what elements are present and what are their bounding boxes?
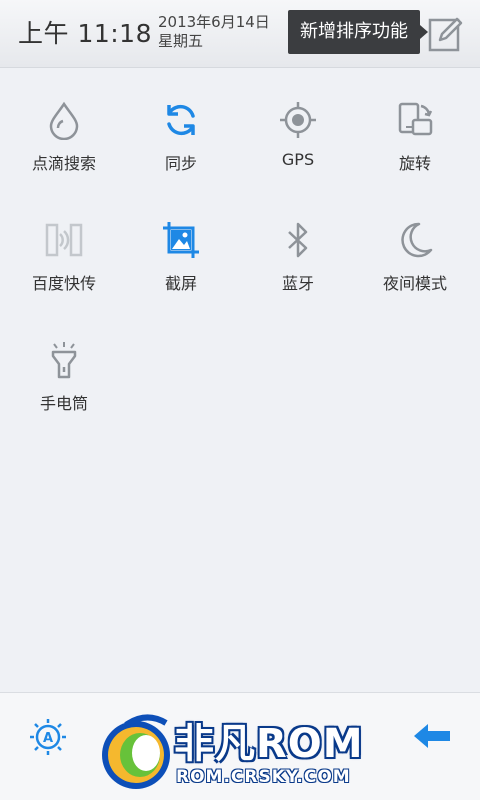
toggle-label: 百度快传 [31, 274, 96, 293]
toggle-label: 同步 [164, 154, 197, 173]
moon-icon [401, 222, 433, 258]
toggle-baidu-transfer[interactable]: 百度快传 [5, 202, 123, 312]
date-block: 2013年6月14日 星期五 [158, 13, 270, 51]
clock-time: 上午 11:18 [18, 19, 152, 48]
toggle-label: GPS [281, 150, 315, 169]
toggle-rotate[interactable]: 旋转 [356, 82, 474, 192]
toggle-label: 旋转 [398, 154, 431, 173]
toggle-label: 手电筒 [39, 394, 88, 413]
flashlight-icon [51, 342, 77, 379]
sync-icon [167, 104, 195, 136]
watermark-url: ROM.CRSKY.COM [176, 767, 351, 787]
toggle-sync[interactable]: 同步 [122, 82, 240, 192]
bottom-bar: A 非凡ROM ROM.CRSKY.COM [0, 692, 480, 800]
svg-text:A: A [43, 731, 53, 746]
toggle-bluetooth[interactable]: 蓝牙 [239, 202, 357, 312]
toggle-label: 蓝牙 [281, 274, 314, 293]
swirl-logo-icon [102, 714, 170, 789]
toggle-night-mode[interactable]: 夜间模式 [356, 202, 474, 312]
status-header: 上午 11:18 2013年6月14日 星期五 新增排序功能 [0, 0, 480, 68]
toggle-droplet-search[interactable]: 点滴搜索 [5, 82, 123, 192]
auto-brightness-icon[interactable]: A [28, 717, 68, 757]
toggle-label: 夜间模式 [382, 274, 447, 293]
rotate-icon [398, 102, 433, 136]
back-arrow-icon[interactable] [412, 721, 452, 751]
screenshot-icon [163, 222, 199, 258]
toggle-gps[interactable]: GPS [239, 82, 357, 192]
watermark-title: 非凡ROM [174, 721, 364, 767]
toggle-label: 点滴搜索 [31, 154, 96, 173]
droplet-icon [49, 101, 79, 140]
bluetooth-icon [288, 222, 308, 258]
toggle-screenshot[interactable]: 截屏 [122, 202, 240, 312]
baidu-transfer-icon [45, 223, 83, 257]
weekday-text: 星期五 [158, 32, 204, 50]
toggle-label: 截屏 [164, 274, 197, 293]
date-text: 2013年6月14日 [158, 13, 270, 31]
gps-icon [280, 102, 316, 138]
sort-feature-tooltip: 新增排序功能 [288, 10, 428, 54]
crsky-watermark-logo: 非凡ROM ROM.CRSKY.COM [96, 705, 386, 795]
edit-icon[interactable] [426, 14, 464, 54]
toggle-flashlight[interactable]: 手电筒 [5, 322, 123, 432]
